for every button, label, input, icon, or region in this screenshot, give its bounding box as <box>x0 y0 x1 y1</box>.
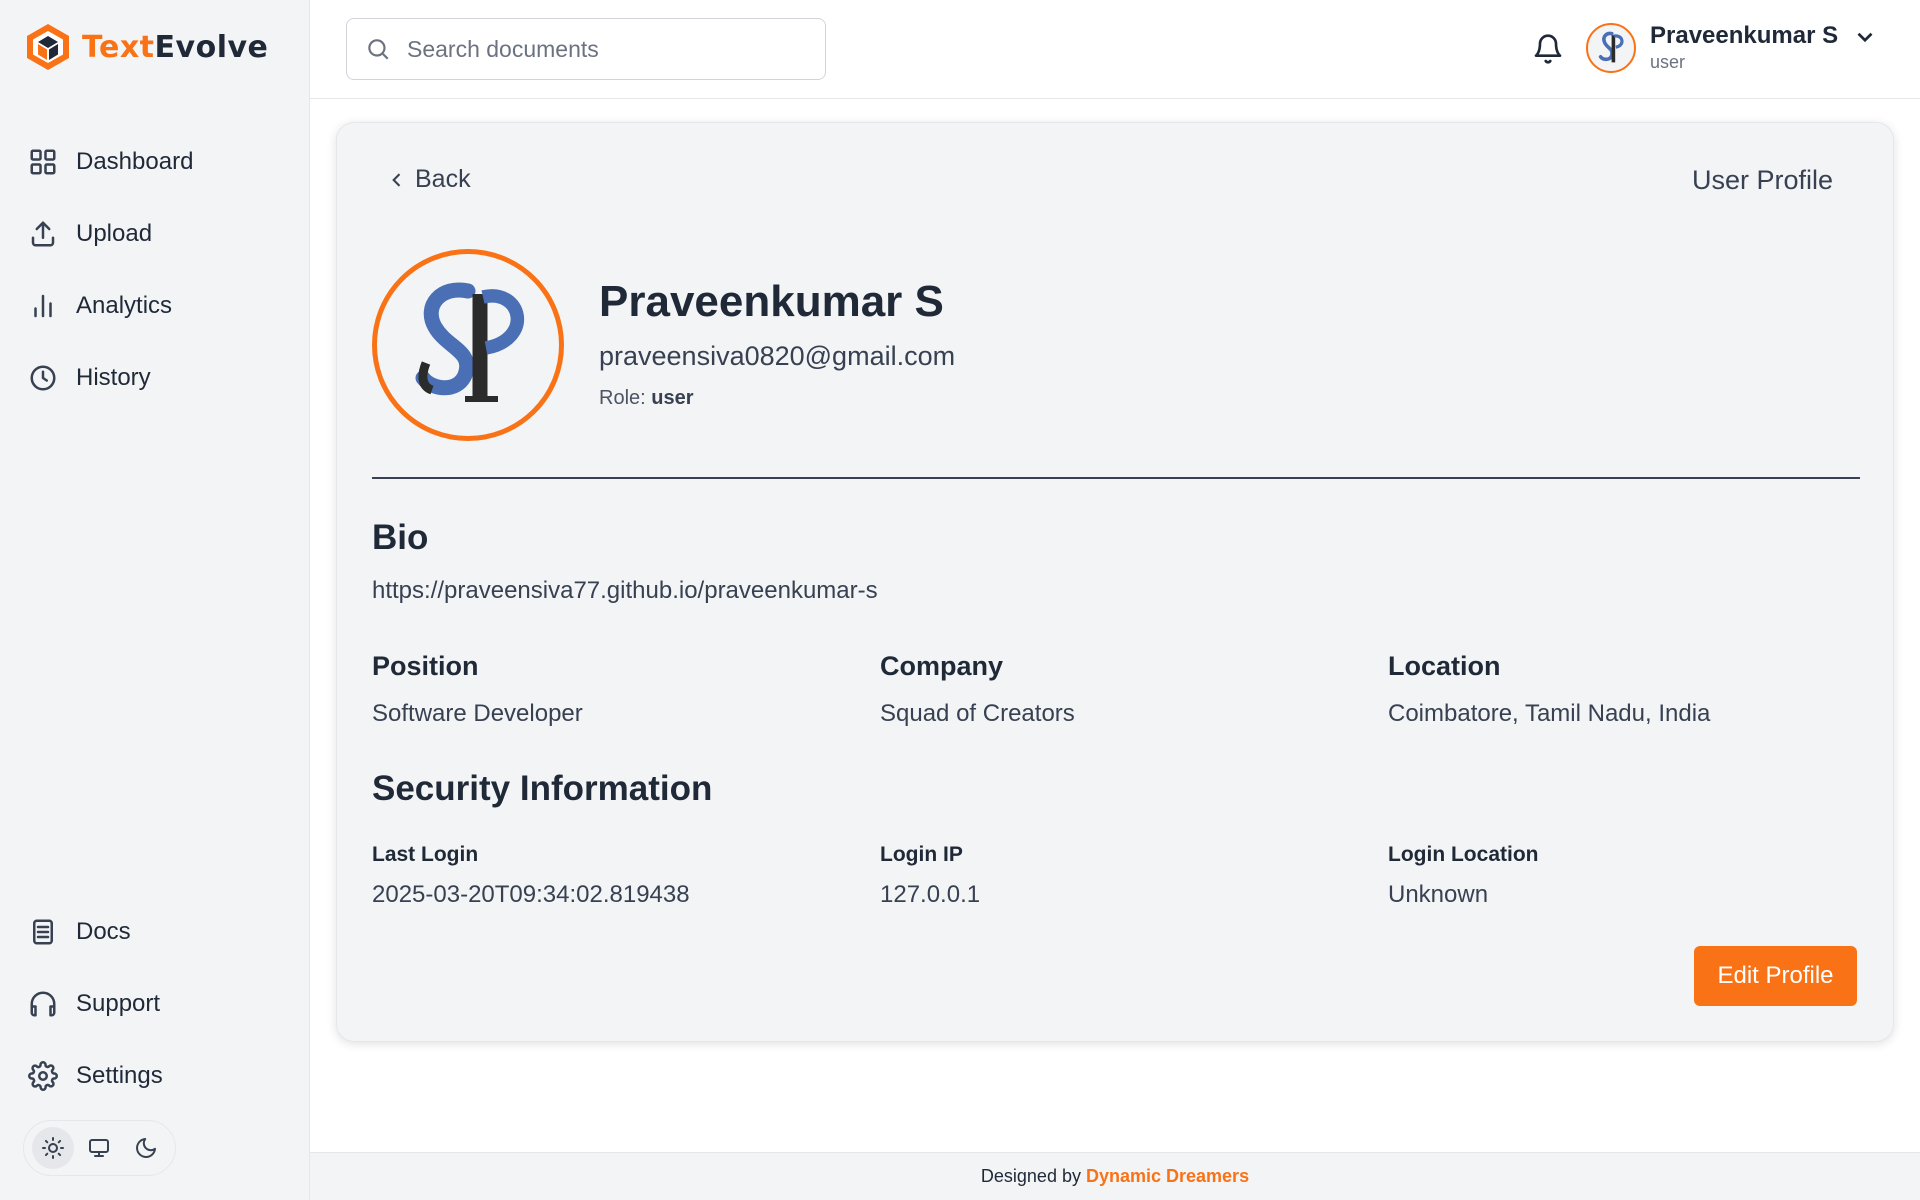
login-ip-field: Login IP 127.0.0.1 <box>880 843 1360 909</box>
sidebar-item-label: Analytics <box>76 292 173 319</box>
field-value: Squad of Creators <box>880 700 1075 727</box>
profile-role: Role: user <box>599 387 694 410</box>
search-icon <box>368 39 389 60</box>
divider <box>372 477 1860 479</box>
security-heading: Security Information <box>372 769 713 808</box>
field-value: Coimbatore, Tamil Nadu, India <box>1388 700 1711 727</box>
top-header: Praveenkumar S user <box>310 0 1920 99</box>
profile-name: Praveenkumar S <box>599 277 944 326</box>
theme-system-button[interactable] <box>78 1127 120 1169</box>
sidebar-item-label: Support <box>76 990 161 1017</box>
sidebar-item-settings[interactable]: Settings <box>28 1040 288 1112</box>
edit-profile-button[interactable]: Edit Profile <box>1694 946 1857 1006</box>
role-label: Role: <box>599 387 646 409</box>
upload-icon <box>31 221 55 247</box>
field-label: Company <box>880 651 1004 681</box>
location-field: Location Coimbatore, Tamil Nadu, India <box>1388 651 1868 728</box>
avatar <box>1586 22 1636 73</box>
search-box[interactable] <box>346 18 826 80</box>
field-label: Login Location <box>1388 843 1539 866</box>
clock-icon <box>30 365 56 391</box>
secondary-nav: Docs Support Settings <box>28 896 288 1112</box>
sidebar-item-upload[interactable]: Upload <box>28 198 288 270</box>
notifications-button[interactable] <box>1532 32 1564 66</box>
app-logo[interactable]: TextEvolve <box>24 22 268 72</box>
theme-dark-button[interactable] <box>125 1127 167 1169</box>
bio-text: https://praveensiva77.github.io/praveenk… <box>372 577 878 604</box>
field-value: Software Developer <box>372 700 583 727</box>
sun-icon <box>42 1137 65 1159</box>
profile-avatar <box>372 249 564 441</box>
company-field: Company Squad of Creators <box>880 651 1360 728</box>
profile-card: Back User Profile Praveenkumar S praveen… <box>336 122 1894 1042</box>
sidebar-item-history[interactable]: History <box>28 342 288 414</box>
role-value: user <box>651 387 694 409</box>
user-role: user <box>1650 52 1686 72</box>
chevron-left-icon <box>392 172 401 187</box>
field-value: Unknown <box>1388 881 1489 908</box>
headphones-icon <box>30 991 56 1017</box>
field-value: 2025-03-20T09:34:02.819438 <box>372 881 690 908</box>
sidebar-item-docs[interactable]: Docs <box>28 896 288 968</box>
field-value: 127.0.0.1 <box>880 881 981 908</box>
sp-monogram-icon <box>1598 31 1624 62</box>
sidebar-item-label: Settings <box>76 1062 163 1089</box>
user-menu[interactable]: Praveenkumar S user <box>1586 22 1878 73</box>
field-label: Location <box>1388 651 1501 681</box>
bell-icon <box>1534 34 1562 64</box>
sidebar-item-dashboard[interactable]: Dashboard <box>28 126 288 198</box>
theme-switcher <box>23 1120 176 1176</box>
sp-monogram-icon <box>415 282 524 402</box>
user-name: Praveenkumar S <box>1650 22 1839 49</box>
field-label: Position <box>372 651 479 681</box>
monitor-icon <box>89 1139 110 1157</box>
field-label: Login IP <box>880 843 963 866</box>
back-label: Back <box>415 165 471 193</box>
grid-icon <box>30 149 56 175</box>
theme-light-button[interactable] <box>32 1127 75 1169</box>
sidebar-item-label: Upload <box>76 220 153 247</box>
bio-heading: Bio <box>372 518 429 557</box>
footer-prefix: Designed by <box>980 1166 1081 1186</box>
page-title: User Profile <box>1691 165 1833 195</box>
sidebar-item-label: History <box>76 364 151 391</box>
bar-chart-icon <box>34 294 52 318</box>
last-login-field: Last Login 2025-03-20T09:34:02.819438 <box>372 843 852 909</box>
app-name: TextEvolve <box>82 29 269 65</box>
back-button[interactable]: Back <box>387 165 471 194</box>
position-field: Position Software Developer <box>372 651 852 728</box>
footer: Designed by Dynamic Dreamers <box>310 1152 1920 1200</box>
document-icon <box>33 919 53 945</box>
sidebar-item-label: Docs <box>76 918 131 945</box>
footer-brand-link[interactable]: Dynamic Dreamers <box>1086 1166 1249 1187</box>
sidebar-item-support[interactable]: Support <box>28 968 288 1040</box>
main-nav: Dashboard Upload Analytics History <box>28 126 288 414</box>
field-label: Last Login <box>372 843 479 866</box>
sidebar: TextEvolve Dashboard Upload Analytics Hi… <box>0 0 310 1200</box>
chevron-down-icon <box>1857 32 1873 42</box>
gear-icon <box>28 1061 58 1091</box>
logo-icon <box>27 24 69 70</box>
profile-email: praveensiva0820@gmail.com <box>599 341 956 371</box>
moon-icon <box>135 1138 156 1158</box>
login-location-field: Login Location Unknown <box>1388 843 1868 909</box>
sidebar-item-analytics[interactable]: Analytics <box>28 270 288 342</box>
search-input[interactable] <box>407 35 807 63</box>
sidebar-item-label: Dashboard <box>76 148 194 175</box>
